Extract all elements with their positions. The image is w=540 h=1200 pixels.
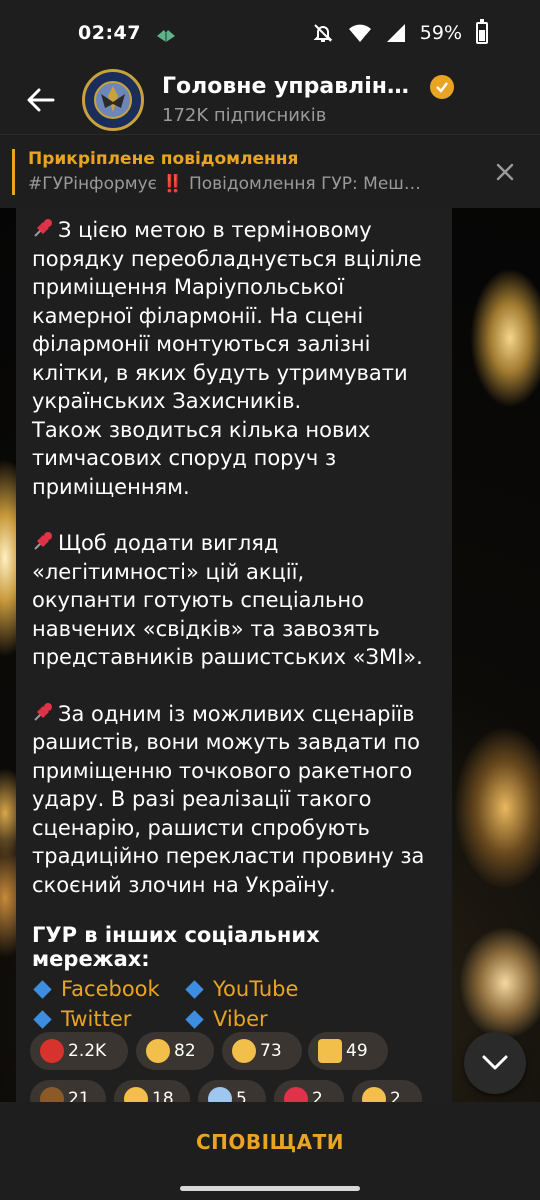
chat-area[interactable]: З цією метою в терміновому порядку перео… <box>0 208 540 1102</box>
facebook-link[interactable]: Facebook <box>32 975 184 1003</box>
social-links: Facebook YouTube Twitter Viber <box>32 975 438 1033</box>
reaction-crying-face[interactable]: 73 <box>222 1032 302 1070</box>
battery-percent: 59% <box>419 22 462 44</box>
status-time: 02:47 <box>78 22 141 44</box>
pinned-close-button[interactable] <box>470 135 540 209</box>
red-heart-icon <box>284 1087 308 1102</box>
reaction-cursing-face[interactable]: 2.2K <box>30 1032 128 1070</box>
reaction-poop[interactable]: 21 <box>30 1080 106 1102</box>
scroll-down-button[interactable] <box>464 1032 526 1094</box>
reaction-count: 73 <box>260 1041 282 1061</box>
chat-header: Головне управлінн… 172K підписників <box>0 66 540 134</box>
reaction-count: 49 <box>346 1041 368 1061</box>
folded-hands-icon <box>124 1087 148 1102</box>
notify-bar: СПОВІЩАТИ <box>0 1102 540 1182</box>
pushpin-icon <box>32 701 54 723</box>
navigation-bar <box>0 1182 540 1200</box>
pinned-accent-line <box>12 149 15 195</box>
viber-link[interactable]: Viber <box>184 1005 364 1033</box>
mute-icon <box>312 22 334 44</box>
emblem-icon <box>87 74 139 126</box>
home-indicator[interactable] <box>180 1186 360 1191</box>
screaming-face-icon <box>208 1087 232 1102</box>
verified-badge-icon <box>430 74 454 99</box>
reaction-exploding-head[interactable]: 82 <box>136 1032 214 1070</box>
youtube-link[interactable]: YouTube <box>184 975 364 1003</box>
status-bar: 02:47 59% <box>0 0 540 66</box>
reaction-thinking-face[interactable]: 2 <box>352 1080 422 1102</box>
blue-diamond-icon <box>185 1009 204 1029</box>
exploding-head-icon <box>146 1039 170 1063</box>
reaction-count: 2.2K <box>68 1041 107 1061</box>
reaction-screaming-face[interactable]: 5 <box>198 1080 266 1102</box>
wallpaper-glow <box>470 268 540 408</box>
pushpin-icon <box>32 530 54 552</box>
crying-face-icon <box>232 1039 256 1063</box>
thinking-face-icon <box>362 1087 386 1102</box>
chevron-down-icon <box>482 1055 508 1070</box>
back-button[interactable] <box>0 66 82 134</box>
message-paragraph: Щоб додати вигляд «легітимності» цій акц… <box>32 529 438 672</box>
pushpin-icon <box>32 217 54 239</box>
twitter-link[interactable]: Twitter <box>32 1005 184 1033</box>
message-text-1: З цією метою в терміновому порядку перео… <box>32 218 422 499</box>
reaction-count: 21 <box>68 1089 90 1102</box>
reaction-count: 2 <box>312 1089 323 1102</box>
battery-level-fill <box>479 30 485 41</box>
reaction-count: 5 <box>236 1089 247 1102</box>
notify-button[interactable]: СПОВІЩАТИ <box>196 1130 344 1154</box>
wifi-icon <box>348 23 372 43</box>
pinned-preview: #ГУРінформує ‼️ Повідомлення ГУР: Меш… <box>28 174 421 194</box>
battery-icon <box>476 19 488 44</box>
status-right-group: 59% <box>312 19 488 44</box>
message-text-2: Щоб додати вигляд «легітимності» цій акц… <box>32 531 423 669</box>
message-paragraph: З цією метою в терміновому порядку перео… <box>32 216 438 501</box>
blue-diamond-icon <box>33 1009 52 1029</box>
back-arrow-icon <box>27 88 55 112</box>
facebook-link-label: Facebook <box>61 977 160 1001</box>
signal-icon <box>386 23 406 43</box>
blue-diamond-icon <box>33 979 52 999</box>
channel-info[interactable]: Головне управлінн… 172K підписників <box>162 74 540 126</box>
reaction-thumbs-up[interactable]: 49 <box>308 1032 388 1070</box>
message-paragraph: За одним із можливих сценаріїв рашистів,… <box>32 700 438 900</box>
close-icon <box>496 163 514 180</box>
youtube-link-label: YouTube <box>213 977 299 1001</box>
reaction-red-heart[interactable]: 2 <box>274 1080 344 1102</box>
subscriber-count: 172K підписників <box>162 105 327 126</box>
wallpaper-glow <box>460 928 540 1038</box>
twitter-link-label: Twitter <box>61 1007 132 1031</box>
thumbs-up-icon <box>318 1039 342 1063</box>
social-heading: ГУР в інших соціальних мережах: <box>32 923 320 971</box>
message-text-3: За одним із можливих сценаріїв рашистів,… <box>32 701 425 897</box>
channel-title: Головне управлінн… <box>162 74 424 99</box>
poop-icon <box>40 1087 64 1102</box>
wallpaper-glow <box>455 728 540 888</box>
reaction-count: 2 <box>390 1089 401 1102</box>
cursing-face-icon <box>40 1039 64 1063</box>
reaction-folded-hands[interactable]: 18 <box>114 1080 190 1102</box>
blue-diamond-icon <box>185 979 204 999</box>
app-notification-icon <box>155 26 177 42</box>
reaction-count: 82 <box>174 1041 196 1061</box>
pinned-title: Прикріплене повідомлення <box>28 149 299 169</box>
pinned-message-bar[interactable]: Прикріплене повідомлення #ГУРінформує ‼️… <box>0 134 540 208</box>
reaction-count: 18 <box>152 1089 174 1102</box>
viber-link-label: Viber <box>213 1007 268 1031</box>
channel-avatar[interactable] <box>82 69 144 131</box>
message-bubble[interactable]: З цією метою в терміновому порядку перео… <box>16 208 452 1102</box>
